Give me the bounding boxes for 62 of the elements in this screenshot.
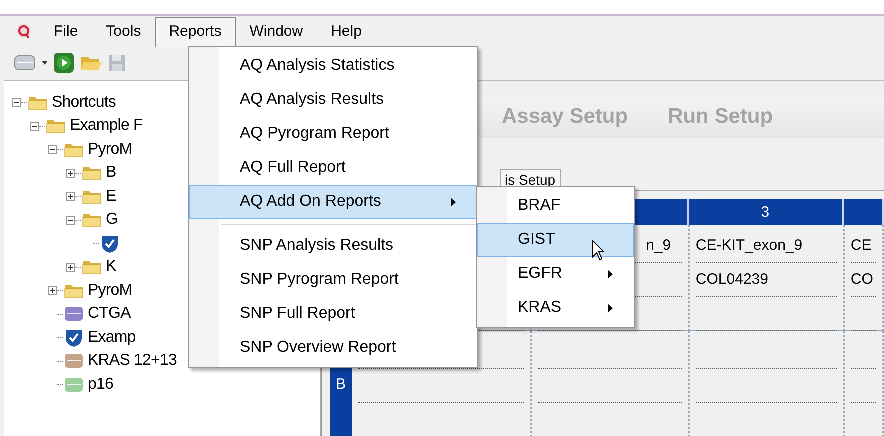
check-shield-icon — [100, 234, 120, 254]
mouse-pointer-icon — [592, 240, 606, 262]
menu-item[interactable]: AQ Add On Reports — [189, 185, 477, 219]
tree-expander[interactable] — [12, 98, 21, 108]
menu-item[interactable]: EGFR — [477, 257, 634, 291]
tree-item[interactable]: G — [106, 211, 118, 230]
tree-expander[interactable] — [66, 262, 75, 272]
tree-item[interactable]: p16 — [88, 376, 114, 394]
tree-expander[interactable] — [48, 145, 57, 154]
tree-expander[interactable] — [48, 286, 57, 296]
menu-bar-item[interactable]: Reports — [155, 17, 236, 47]
tree-expander[interactable] — [66, 216, 75, 225]
tree-item[interactable]: Example F — [70, 117, 143, 136]
app-logo-icon — [16, 23, 32, 39]
menu-item[interactable]: AQ Full Report — [189, 151, 477, 185]
folder-icon — [82, 165, 102, 182]
menu-item[interactable]: AQ Pyrogram Report — [189, 117, 477, 151]
menu-item[interactable]: SNP Pyrogram Report — [189, 263, 477, 297]
tree-item[interactable]: PyroM — [88, 140, 132, 159]
folder-icon — [46, 118, 66, 134]
tree-item[interactable]: K — [106, 258, 116, 276]
menu-bar-item[interactable]: Tools — [92, 16, 156, 46]
well-text: CE — [850, 237, 872, 254]
menu-item[interactable]: AQ Analysis Results — [189, 83, 477, 117]
tree-expander[interactable] — [66, 192, 75, 202]
tree-item[interactable]: E — [106, 188, 116, 206]
submenu-arrow-icon — [608, 304, 613, 312]
well-text: CE-KIT_exon_9 — [696, 237, 803, 254]
plate-icon[interactable] — [14, 54, 36, 72]
column-header — [844, 199, 884, 225]
column-header: 3 — [689, 199, 844, 225]
folder-icon — [28, 94, 48, 111]
menu-item[interactable]: GIST — [477, 223, 634, 257]
menu-bar-item[interactable]: File — [40, 16, 92, 46]
tree-item[interactable]: KRAS 12+13 — [88, 352, 177, 370]
menu-item[interactable]: AQ Analysis Statistics — [189, 49, 477, 83]
tree-item[interactable]: CTGA — [88, 305, 131, 324]
tree-item[interactable]: Examp — [88, 328, 136, 347]
dropdown-caret-icon[interactable] — [42, 61, 48, 65]
menu-item[interactable]: SNP Analysis Results — [189, 229, 477, 263]
check-shield-icon — [64, 328, 84, 348]
menu-item[interactable]: BRAF — [477, 189, 634, 223]
folder-icon — [82, 259, 102, 276]
run-icon[interactable] — [54, 53, 74, 73]
folder-icon — [64, 142, 84, 158]
tree-item[interactable]: PyroM — [88, 282, 132, 300]
menu-item[interactable]: SNP Full Report — [189, 297, 477, 331]
folder-icon — [82, 212, 102, 228]
tree-expander[interactable] — [66, 168, 75, 178]
well-text: n_9 — [646, 237, 672, 254]
well-text: CO — [850, 271, 874, 288]
folder-icon — [64, 282, 84, 299]
tree-item[interactable]: Shortcuts — [52, 94, 116, 112]
folder-icon — [82, 188, 102, 205]
menu-item[interactable]: KRAS — [477, 291, 634, 325]
menu-bar-item[interactable]: Help — [317, 16, 376, 46]
well-text: COL04239 — [696, 271, 768, 288]
tree-item[interactable]: B — [106, 164, 116, 182]
menu-bar-item[interactable]: Window — [236, 16, 318, 46]
tree-expander[interactable] — [30, 122, 39, 131]
submenu-arrow-icon — [451, 198, 456, 206]
submenu-arrow-icon — [608, 270, 613, 278]
